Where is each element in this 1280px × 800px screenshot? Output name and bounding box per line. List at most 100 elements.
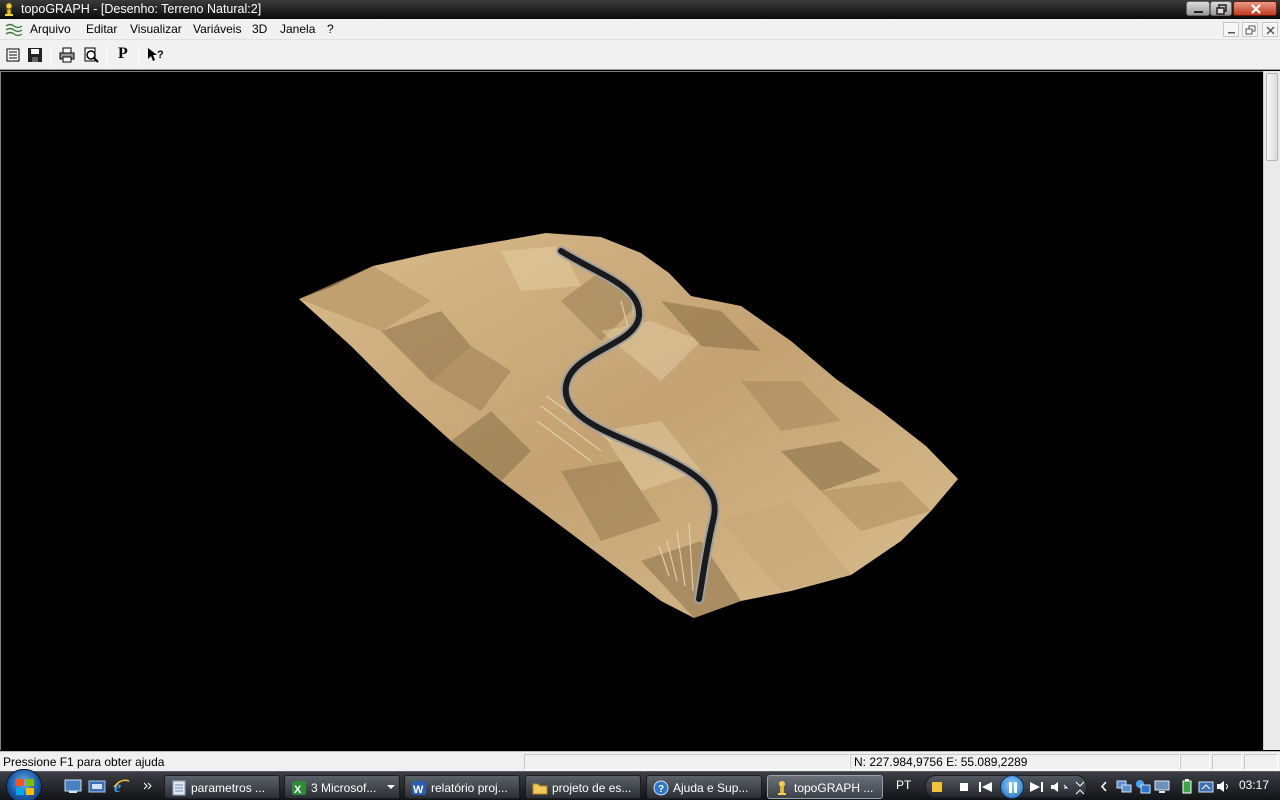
menu-variaveis[interactable]: Variáveis bbox=[193, 22, 241, 36]
restore-icon bbox=[1216, 4, 1227, 15]
battery-tray-icon[interactable] bbox=[1180, 779, 1196, 794]
task-label: Ajuda e Sup... bbox=[673, 781, 749, 795]
next-icon[interactable] bbox=[1028, 781, 1044, 793]
start-button[interactable] bbox=[6, 769, 42, 800]
mdi-restore-button[interactable] bbox=[1242, 22, 1258, 37]
status-pane bbox=[1180, 754, 1210, 770]
window-title: topoGRAPH - [Desenho: Terreno Natural:2] bbox=[21, 2, 262, 16]
more-quicklaunch-icon[interactable] bbox=[142, 778, 160, 794]
status-coordinates: N: 227.984,9756 E: 55.089,2289 bbox=[854, 755, 1028, 769]
p-label: P bbox=[118, 45, 128, 62]
list-icon bbox=[6, 48, 20, 62]
screen: topoGRAPH - [Desenho: Terreno Natural:2]… bbox=[0, 0, 1280, 800]
menu-help[interactable]: ? bbox=[327, 22, 334, 36]
menu-arquivo[interactable]: Arquivo bbox=[30, 22, 71, 36]
menu-bar: Arquivo Editar Visualizar Variáveis 3D J… bbox=[0, 19, 1280, 40]
media-player-icon[interactable] bbox=[931, 781, 943, 793]
task-label: relatório proj... bbox=[431, 781, 508, 795]
restore-player-icon[interactable] bbox=[1074, 781, 1086, 795]
status-pane bbox=[524, 754, 850, 770]
status-pane bbox=[1244, 754, 1278, 770]
svg-text:X: X bbox=[294, 784, 302, 796]
toolbar-separator bbox=[138, 44, 139, 66]
excel-icon: X bbox=[292, 781, 306, 796]
volume-icon[interactable] bbox=[1050, 781, 1070, 793]
pause-icon bbox=[1009, 782, 1017, 793]
task-label: topoGRAPH ... bbox=[794, 781, 874, 795]
print-preview-button[interactable] bbox=[80, 44, 102, 66]
task-topograph[interactable]: topoGRAPH ... bbox=[767, 775, 883, 799]
minimize-icon bbox=[1228, 32, 1235, 34]
mdi-close-button[interactable] bbox=[1262, 22, 1278, 37]
toolbar-separator bbox=[106, 44, 107, 66]
vertical-scrollbar[interactable] bbox=[1263, 71, 1280, 750]
switch-windows-icon[interactable] bbox=[88, 778, 106, 794]
toolbar: P ? bbox=[0, 40, 1280, 70]
task-ajuda-suporte[interactable]: ? Ajuda e Sup... bbox=[646, 775, 762, 799]
minimize-icon bbox=[1194, 11, 1203, 13]
context-help-button[interactable]: ? bbox=[144, 44, 166, 66]
menu-editar[interactable]: Editar bbox=[86, 22, 117, 36]
internet-explorer-icon[interactable]: e bbox=[112, 778, 130, 794]
task-label: parametros ... bbox=[191, 781, 266, 795]
menu-3d[interactable]: 3D bbox=[252, 22, 267, 36]
speaker-tray-icon[interactable] bbox=[1216, 779, 1232, 794]
toolbar-separator bbox=[50, 44, 51, 66]
task-microsoft-excel[interactable]: X 3 Microsof... bbox=[284, 775, 400, 799]
maximize-button[interactable] bbox=[1210, 1, 1232, 16]
clock[interactable]: 03:17 bbox=[1239, 778, 1269, 792]
monitor-tray-icon[interactable] bbox=[1154, 779, 1170, 794]
taskbar: e parametros ... X 3 Microsof... W relat… bbox=[0, 769, 1280, 800]
notepad-icon bbox=[172, 780, 186, 796]
p-button[interactable]: P bbox=[112, 44, 134, 66]
topograph-app-icon[interactable] bbox=[2, 2, 16, 17]
document-icon[interactable] bbox=[5, 22, 23, 37]
print-button[interactable] bbox=[56, 44, 78, 66]
wireless-tray-icon[interactable] bbox=[1198, 779, 1214, 794]
task-projeto-folder[interactable]: projeto de es... bbox=[525, 775, 641, 799]
topograph-icon bbox=[778, 781, 786, 795]
svg-text:?: ? bbox=[157, 49, 164, 61]
save-button[interactable] bbox=[24, 44, 46, 66]
close-icon bbox=[1266, 26, 1275, 35]
terrain-3d-viewport[interactable] bbox=[0, 71, 1263, 750]
task-label: 3 Microsof... bbox=[311, 781, 377, 795]
folder-icon bbox=[532, 783, 548, 795]
word-icon: W bbox=[412, 781, 426, 796]
list-button[interactable] bbox=[2, 44, 24, 66]
chevron-left-icon[interactable] bbox=[1099, 779, 1115, 794]
connection-tray-icon[interactable] bbox=[1135, 779, 1151, 794]
help-icon: ? bbox=[653, 780, 669, 796]
play-pause-button[interactable] bbox=[1000, 775, 1024, 799]
previous-icon[interactable] bbox=[978, 781, 994, 793]
save-icon bbox=[28, 48, 42, 62]
menu-janela[interactable]: Janela bbox=[280, 22, 315, 36]
svg-text:W: W bbox=[413, 784, 424, 796]
close-button[interactable] bbox=[1233, 1, 1277, 16]
context-help-icon: ? bbox=[148, 48, 164, 61]
chevron-down-icon bbox=[387, 785, 395, 789]
media-player-toolbar bbox=[925, 775, 1087, 799]
windows-logo-icon bbox=[16, 779, 34, 795]
svg-text:?: ? bbox=[658, 784, 664, 795]
print-icon bbox=[59, 47, 75, 63]
network-tray-icon[interactable] bbox=[1116, 779, 1132, 794]
print-preview-icon bbox=[84, 47, 99, 63]
close-icon bbox=[1251, 4, 1261, 14]
task-parametros[interactable]: parametros ... bbox=[164, 775, 280, 799]
status-pane bbox=[1212, 754, 1242, 770]
status-help-text: Pressione F1 para obter ajuda bbox=[3, 755, 165, 769]
show-desktop-icon[interactable] bbox=[64, 778, 82, 794]
scrollbar-thumb[interactable] bbox=[1266, 73, 1278, 161]
menu-visualizar[interactable]: Visualizar bbox=[130, 22, 182, 36]
restore-icon bbox=[1245, 25, 1256, 35]
terrain-scene bbox=[299, 233, 958, 618]
stop-icon[interactable] bbox=[958, 781, 970, 793]
minimize-button[interactable] bbox=[1186, 1, 1210, 16]
task-relatorio-word[interactable]: W relatório proj... bbox=[404, 775, 520, 799]
status-bar: Pressione F1 para obter ajuda N: 227.984… bbox=[0, 751, 1280, 771]
task-label: projeto de es... bbox=[552, 781, 632, 795]
mdi-minimize-button[interactable] bbox=[1223, 22, 1239, 37]
language-indicator[interactable]: PT bbox=[896, 778, 911, 792]
title-bar: topoGRAPH - [Desenho: Terreno Natural:2] bbox=[0, 0, 1280, 19]
